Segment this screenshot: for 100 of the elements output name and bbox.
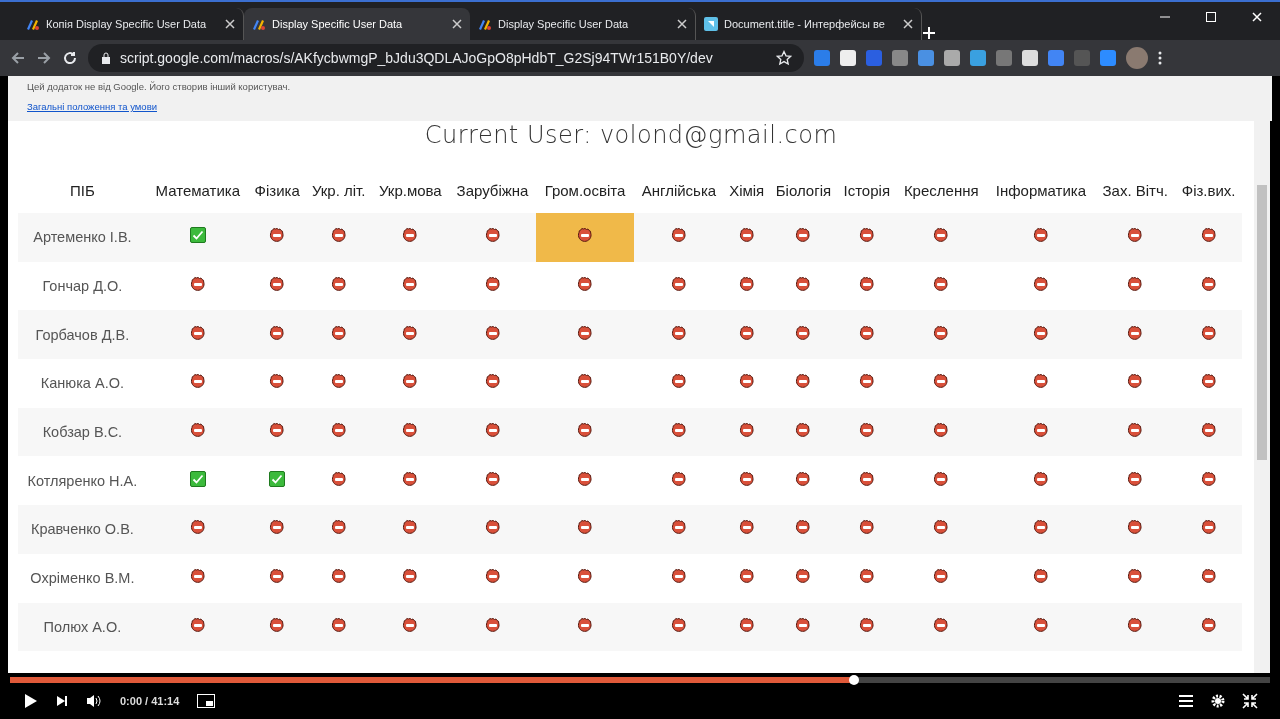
menu-icon[interactable] [1178, 693, 1194, 709]
no-entry-icon [933, 324, 950, 341]
no-entry-icon [1127, 276, 1144, 293]
close-icon[interactable] [677, 19, 687, 29]
check-icon [189, 470, 206, 487]
close-icon[interactable] [452, 19, 462, 29]
no-entry-icon [1032, 373, 1049, 390]
no-entry-icon [1127, 470, 1144, 487]
column-header: Фіз.вих. [1175, 167, 1242, 213]
no-entry-icon [330, 422, 347, 439]
student-name: Артеменко І.В. [18, 213, 147, 262]
no-entry-icon [1127, 568, 1144, 585]
no-entry-icon [330, 227, 347, 244]
next-icon[interactable] [56, 695, 68, 707]
no-entry-icon [576, 422, 593, 439]
no-entry-icon [933, 422, 950, 439]
no-entry-icon [933, 227, 950, 244]
no-entry-icon [269, 276, 286, 293]
no-entry-icon [795, 422, 812, 439]
progress-handle[interactable] [849, 675, 860, 685]
exit-fullscreen-icon[interactable] [1242, 693, 1258, 709]
column-header: ПІБ [18, 167, 147, 213]
back-icon[interactable] [10, 50, 26, 66]
no-entry-icon [858, 568, 875, 585]
no-entry-icon [269, 568, 286, 585]
no-entry-icon [1032, 227, 1049, 244]
close-icon[interactable] [903, 19, 913, 29]
settings-icon[interactable] [1210, 693, 1226, 709]
apps-script-icon [26, 17, 40, 31]
star-icon[interactable] [776, 50, 792, 66]
new-tab-icon[interactable] [922, 26, 936, 40]
time-display: 0:00 / 41:14 [120, 695, 180, 707]
no-entry-icon [738, 470, 755, 487]
miniplayer-icon[interactable] [197, 694, 216, 708]
no-entry-icon [738, 227, 755, 244]
browser-tab[interactable]: Display Specific User Data [244, 8, 470, 40]
no-entry-icon [670, 568, 687, 585]
grade-cell[interactable] [536, 213, 634, 262]
no-entry-icon [795, 324, 812, 341]
forward-icon[interactable] [36, 50, 52, 66]
no-entry-icon [1127, 324, 1144, 341]
no-entry-icon [670, 373, 687, 390]
no-entry-icon [402, 324, 419, 341]
scrollbar[interactable] [1257, 185, 1267, 460]
no-entry-icon [670, 616, 687, 633]
terms-link[interactable]: Загальні положення та умови [27, 101, 157, 112]
no-entry-icon [858, 422, 875, 439]
no-entry-icon [1032, 470, 1049, 487]
no-entry-icon [189, 422, 206, 439]
column-header: Креслення [895, 167, 987, 213]
no-entry-icon [795, 470, 812, 487]
no-entry-icon [1127, 422, 1144, 439]
no-entry-icon [1127, 616, 1144, 633]
volume-icon[interactable] [86, 693, 102, 709]
no-entry-icon [1200, 227, 1217, 244]
no-entry-icon [576, 227, 593, 244]
no-entry-icon [933, 276, 950, 293]
column-header: Історія [837, 167, 896, 213]
student-name: Кравченко О.В. [18, 505, 147, 554]
no-entry-icon [670, 227, 687, 244]
no-entry-icon [858, 616, 875, 633]
more-icon[interactable] [1158, 51, 1162, 65]
no-entry-icon [1032, 324, 1049, 341]
no-entry-icon [269, 324, 286, 341]
no-entry-icon [576, 470, 593, 487]
no-entry-icon [795, 373, 812, 390]
no-entry-icon [269, 373, 286, 390]
no-entry-icon [484, 276, 501, 293]
column-header: Інформатика [986, 167, 1096, 213]
no-entry-icon [1032, 519, 1049, 536]
avatar[interactable] [1126, 47, 1148, 69]
no-entry-icon [1200, 324, 1217, 341]
no-entry-icon [269, 227, 286, 244]
no-entry-icon [858, 276, 875, 293]
lock-icon [100, 52, 112, 64]
progress-track[interactable] [10, 677, 1270, 683]
no-entry-icon [1200, 422, 1217, 439]
column-header: Укр. літ. [305, 167, 372, 213]
column-header: Гром.освіта [536, 167, 634, 213]
column-header: Хімія [724, 167, 770, 213]
no-entry-icon [1200, 276, 1217, 293]
close-icon[interactable] [225, 19, 235, 29]
no-entry-icon [795, 227, 812, 244]
reload-icon[interactable] [62, 50, 78, 66]
student-name: Канюка А.О. [18, 359, 147, 408]
no-entry-icon [795, 568, 812, 585]
no-entry-icon [795, 276, 812, 293]
no-entry-icon [484, 616, 501, 633]
no-entry-icon [189, 616, 206, 633]
no-entry-icon [933, 519, 950, 536]
column-header: Зарубіжна [448, 167, 537, 213]
no-entry-icon [402, 568, 419, 585]
notice-text: Цей додаток не від Google. Його створив інший користувач. [27, 81, 292, 92]
no-entry-icon [1127, 227, 1144, 244]
no-entry-icon [576, 324, 593, 341]
address-bar[interactable]: script.google.com/macros/s/AKfycbwmgP_bJdu3QDLAJoGpO8pHdbT_G2Sj94TWr151B0Y/dev [88, 44, 804, 72]
no-entry-icon [402, 373, 419, 390]
no-entry-icon [189, 519, 206, 536]
maximize-icon[interactable] [1206, 12, 1216, 22]
play-icon[interactable] [22, 693, 38, 709]
